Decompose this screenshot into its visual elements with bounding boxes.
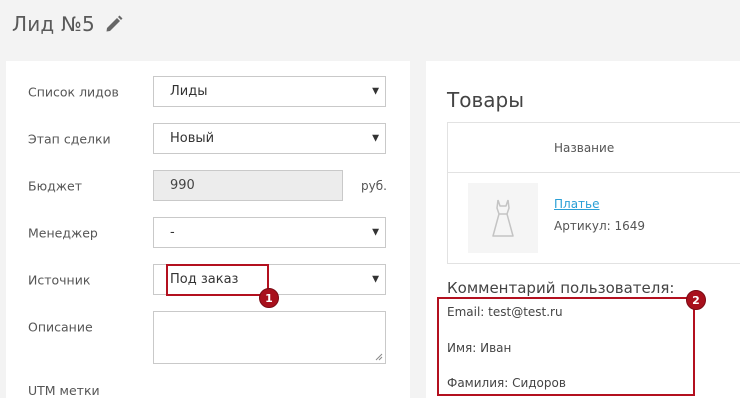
product-sku: Артикул: 1649 bbox=[554, 219, 646, 233]
caret-down-icon: ▼ bbox=[372, 274, 379, 284]
utm-label: UTM метки bbox=[28, 383, 100, 398]
budget-value: 990 bbox=[170, 178, 195, 193]
manager-row: Менеджер - ▼ bbox=[6, 217, 410, 249]
deal-stage-select[interactable]: Новый ▼ bbox=[153, 123, 386, 154]
budget-input[interactable]: 990 bbox=[153, 170, 343, 201]
deal-stage-value: Новый bbox=[170, 131, 215, 146]
manager-label: Менеджер bbox=[28, 225, 98, 241]
lead-page: Лид №5 Список лидов Лиды ▼ Этап сделки Н… bbox=[0, 0, 740, 398]
annotation-marker-1: 1 bbox=[259, 288, 279, 308]
product-name-link[interactable]: Платье bbox=[554, 197, 600, 211]
deal-stage-row: Этап сделки Новый ▼ bbox=[6, 123, 410, 155]
goods-table-header: Название bbox=[448, 123, 740, 173]
lead-list-select[interactable]: Лиды ▼ bbox=[153, 76, 386, 107]
highlight-box-source bbox=[166, 264, 269, 296]
budget-label: Бюджет bbox=[28, 178, 82, 194]
manager-value: - bbox=[170, 225, 175, 240]
page-header: Лид №5 bbox=[12, 9, 125, 39]
table-row: Платье Артикул: 1649 bbox=[448, 173, 740, 265]
deal-stage-label: Этап сделки bbox=[28, 131, 111, 147]
currency-label: руб. bbox=[361, 179, 387, 193]
caret-down-icon: ▼ bbox=[372, 227, 379, 237]
lead-list-row: Список лидов Лиды ▼ bbox=[6, 76, 410, 108]
product-image[interactable] bbox=[468, 183, 538, 253]
highlight-box-comment bbox=[437, 297, 695, 396]
caret-down-icon: ▼ bbox=[372, 86, 379, 96]
lead-list-label: Список лидов bbox=[28, 84, 119, 100]
manager-select[interactable]: - ▼ bbox=[153, 217, 386, 248]
lead-list-value: Лиды bbox=[170, 84, 208, 99]
pencil-icon[interactable] bbox=[103, 13, 125, 35]
description-textarea[interactable] bbox=[153, 311, 386, 364]
caret-down-icon: ▼ bbox=[372, 133, 379, 143]
comment-title: Комментарий пользователя: bbox=[447, 279, 675, 297]
annotation-marker-2: 2 bbox=[686, 290, 706, 310]
page-title: Лид №5 bbox=[12, 12, 95, 36]
budget-row: Бюджет 990 руб. bbox=[6, 170, 410, 202]
dress-icon bbox=[492, 199, 514, 237]
description-label: Описание bbox=[28, 319, 93, 335]
goods-table: Название Платье Артикул: 1649 bbox=[447, 122, 740, 264]
column-header-name: Название bbox=[554, 141, 615, 155]
resize-grip-icon[interactable] bbox=[375, 353, 383, 361]
goods-title: Товары bbox=[447, 88, 524, 112]
source-label: Источник bbox=[28, 272, 91, 288]
lead-form-panel: Список лидов Лиды ▼ Этап сделки Новый ▼ … bbox=[6, 61, 410, 398]
